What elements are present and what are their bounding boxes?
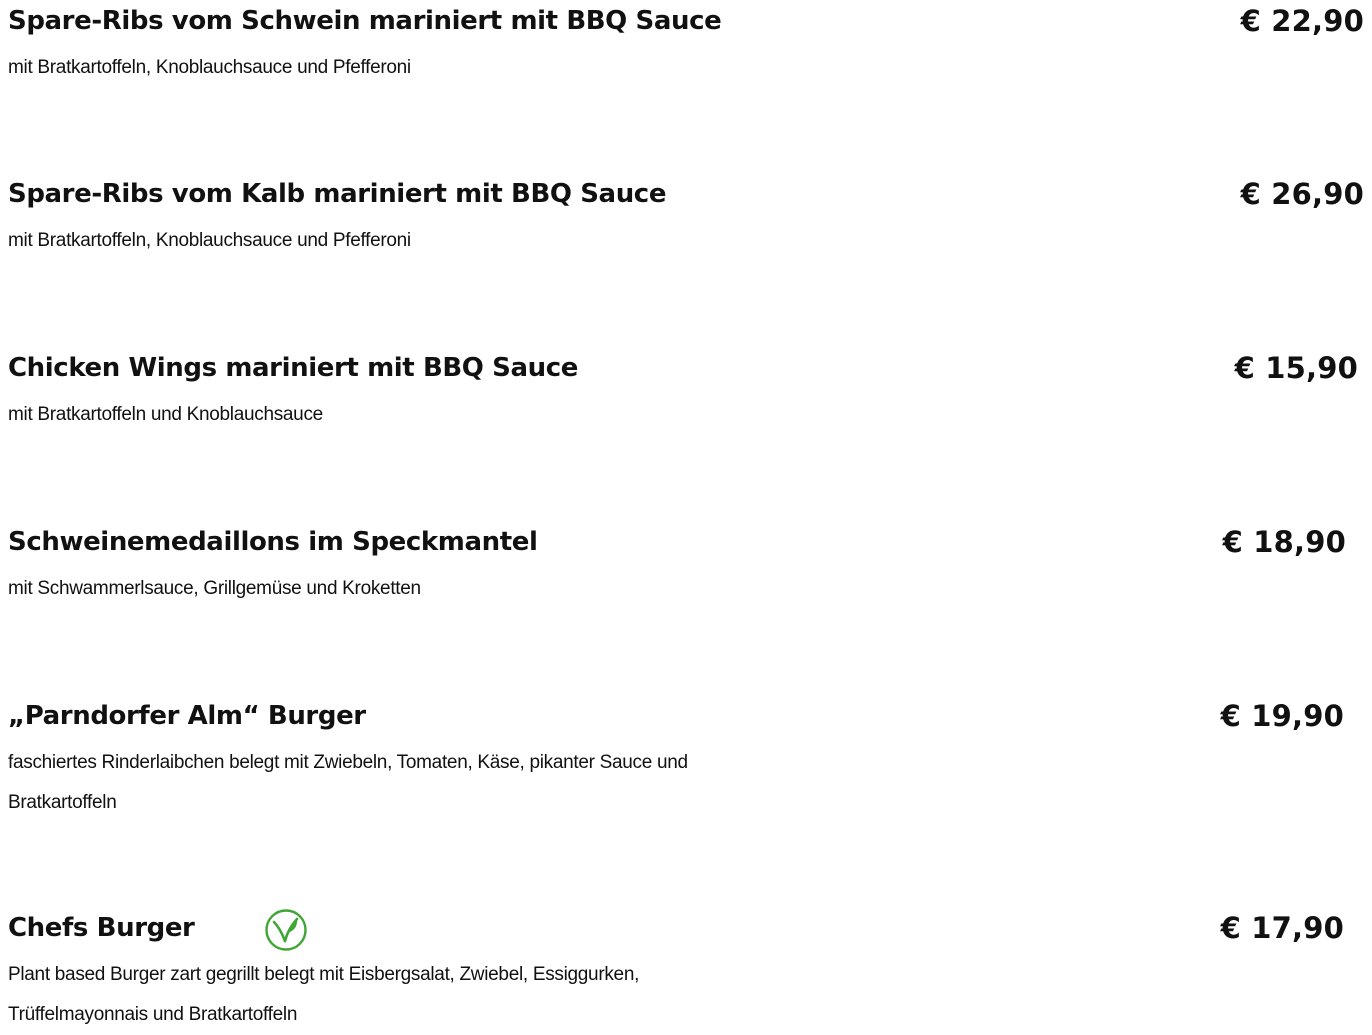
item-price: € 17,90 — [1220, 911, 1344, 945]
item-title: „Parndorfer Alm“ Burger — [8, 701, 366, 731]
item-price: € 19,90 — [1220, 699, 1344, 733]
item-price: € 15,90 — [1234, 351, 1358, 385]
item-description: faschiertes Rinderlaibchen belegt mit Zw… — [8, 752, 688, 813]
item-description: mit Bratkartoffeln und Knoblauchsauce — [8, 404, 323, 425]
item-description: Plant based Burger zart gegrillt belegt … — [8, 964, 640, 1025]
item-price: € 22,90 — [1240, 4, 1364, 38]
item-title: Spare-Ribs vom Kalb mariniert mit BBQ Sa… — [8, 179, 667, 209]
item-title: Chefs Burger — [8, 913, 195, 943]
item-description: mit Bratkartoffeln, Knoblauchsauce und P… — [8, 57, 411, 78]
item-price: € 26,90 — [1240, 177, 1364, 211]
item-title: Spare-Ribs vom Schwein mariniert mit BBQ… — [8, 6, 722, 36]
item-description: mit Bratkartoffeln, Knoblauchsauce und P… — [8, 230, 411, 251]
item-price: € 18,90 — [1222, 525, 1346, 559]
item-title: Schweinemedaillons im Speckmantel — [8, 527, 538, 557]
menu: Spare-Ribs vom Schwein mariniert mit BBQ… — [0, 0, 1372, 1027]
vegan-icon — [265, 909, 307, 951]
item-title: Chicken Wings mariniert mit BBQ Sauce — [8, 353, 578, 383]
item-description: mit Schwammerlsauce, Grillgemüse und Kro… — [8, 578, 421, 599]
